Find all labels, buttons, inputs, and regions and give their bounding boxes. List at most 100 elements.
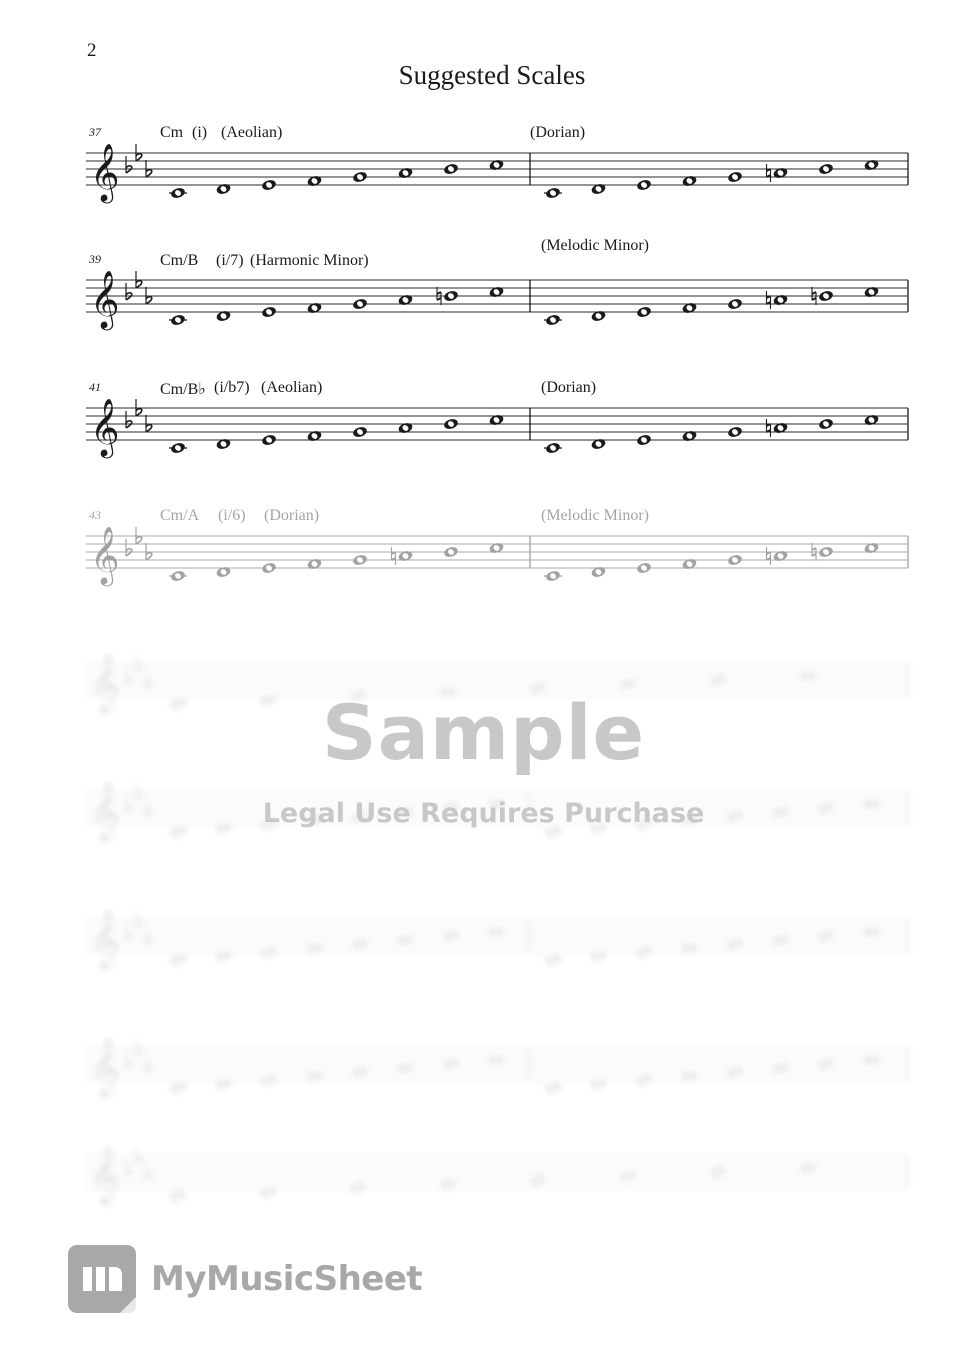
natural-sign-icon bbox=[765, 419, 772, 437]
left-note bbox=[307, 176, 322, 186]
brand-name: MyMusicSheet bbox=[151, 1259, 423, 1299]
brand-logo: MyMusicSheet bbox=[68, 1245, 423, 1313]
blurred-note bbox=[444, 1059, 458, 1069]
left-note bbox=[489, 415, 504, 425]
right-note bbox=[765, 419, 788, 437]
blurred-note bbox=[353, 1067, 367, 1077]
right-note bbox=[591, 567, 606, 577]
blurred-note bbox=[728, 1067, 742, 1077]
left-note bbox=[262, 180, 276, 190]
blurred-note bbox=[819, 1059, 833, 1069]
right-note bbox=[544, 315, 562, 325]
left-note bbox=[169, 188, 187, 198]
blurred-note bbox=[801, 1163, 815, 1173]
left-note bbox=[353, 172, 367, 182]
blurred-note bbox=[531, 1175, 545, 1185]
blurred-note bbox=[261, 1187, 275, 1197]
flat-sign-icon bbox=[135, 144, 143, 162]
blurred-note bbox=[544, 1083, 562, 1093]
flat-sign-icon bbox=[145, 415, 153, 433]
left-note bbox=[216, 567, 231, 577]
flat-sign-icon bbox=[135, 655, 143, 673]
staff-system: 43 Cm/A (i/6) (Dorian) (Melodic Minor) 𝄞 bbox=[86, 498, 912, 608]
staff: 𝄞 bbox=[86, 1038, 909, 1099]
flat-sign-icon bbox=[125, 156, 133, 174]
treble-clef-icon: 𝄞 bbox=[90, 1038, 120, 1099]
blurred-note bbox=[351, 1183, 365, 1193]
right-note bbox=[591, 439, 606, 449]
right-note bbox=[864, 415, 879, 425]
right-note bbox=[637, 180, 651, 190]
staff-system: 37 Cm (i) (Aeolian) (Dorian) 𝄞 bbox=[86, 115, 912, 225]
blurred-note bbox=[773, 1063, 788, 1073]
right-note bbox=[765, 164, 788, 182]
right-note bbox=[682, 176, 697, 186]
blurred-note bbox=[621, 1171, 635, 1181]
left-note bbox=[398, 423, 413, 433]
left-note bbox=[489, 287, 504, 297]
staff-system: 39 Cm/B (i/7) (Harmonic Minor) (Melodic Mino… bbox=[86, 237, 912, 352]
right-note bbox=[728, 172, 742, 182]
blurred-note bbox=[773, 935, 788, 945]
staff: 𝄞 bbox=[86, 1146, 909, 1207]
page-title: Suggested Scales bbox=[398, 60, 586, 90]
blurred-note bbox=[169, 1083, 187, 1093]
right-note bbox=[728, 427, 742, 437]
left-note bbox=[353, 427, 367, 437]
blurred-note bbox=[216, 1079, 231, 1089]
left-note bbox=[489, 160, 504, 170]
blurred-note bbox=[441, 1179, 455, 1189]
left-note bbox=[444, 164, 458, 174]
watermark-legal-notice: Legal Use Requires Purchase bbox=[262, 798, 705, 829]
blurred-note bbox=[591, 1079, 606, 1089]
staff: 𝄞 bbox=[86, 910, 909, 971]
flat-sign-icon bbox=[135, 527, 143, 545]
right-note bbox=[682, 559, 697, 569]
blurred-note bbox=[682, 1071, 697, 1081]
left-note bbox=[307, 559, 322, 569]
blurred-note bbox=[398, 935, 413, 945]
left-note bbox=[398, 168, 413, 178]
staff-system: 𝄞 bbox=[86, 1118, 912, 1228]
right-note bbox=[728, 555, 742, 565]
natural-sign-icon bbox=[765, 547, 772, 565]
watermark-sample: Sample bbox=[321, 688, 646, 777]
flat-sign-icon bbox=[145, 543, 153, 561]
blurred-note bbox=[307, 943, 322, 953]
flat-sign-icon bbox=[125, 1159, 133, 1177]
right-note bbox=[819, 164, 833, 174]
right-note bbox=[682, 303, 697, 313]
right-note bbox=[591, 184, 606, 194]
flat-sign-icon bbox=[135, 1147, 143, 1165]
right-note bbox=[864, 160, 879, 170]
right-note bbox=[819, 419, 833, 429]
right-note bbox=[544, 443, 562, 453]
left-note bbox=[353, 299, 367, 309]
flat-sign-icon bbox=[125, 1051, 133, 1069]
blurred-note bbox=[489, 927, 504, 937]
left-note bbox=[307, 303, 322, 313]
left-note bbox=[353, 555, 367, 565]
left-note bbox=[169, 443, 187, 453]
brand-logo-icon bbox=[68, 1245, 136, 1313]
natural-sign-icon bbox=[390, 547, 397, 565]
left-note bbox=[307, 431, 322, 441]
right-note bbox=[637, 563, 651, 573]
treble-clef-icon: 𝄞 bbox=[90, 526, 120, 587]
left-note bbox=[216, 184, 231, 194]
left-note bbox=[216, 311, 231, 321]
right-note bbox=[637, 435, 651, 445]
blurred-note bbox=[682, 943, 697, 953]
natural-sign-icon bbox=[765, 164, 772, 182]
left-note bbox=[444, 419, 458, 429]
right-note bbox=[544, 571, 562, 581]
left-note bbox=[390, 547, 413, 565]
flat-sign-icon bbox=[145, 927, 153, 945]
staff-system: 𝄞 bbox=[86, 882, 912, 992]
left-note bbox=[262, 435, 276, 445]
flat-sign-icon bbox=[125, 411, 133, 429]
left-note bbox=[444, 547, 458, 557]
blurred-note bbox=[801, 671, 815, 681]
flat-sign-icon bbox=[145, 1163, 153, 1181]
blurred-note bbox=[711, 675, 725, 685]
